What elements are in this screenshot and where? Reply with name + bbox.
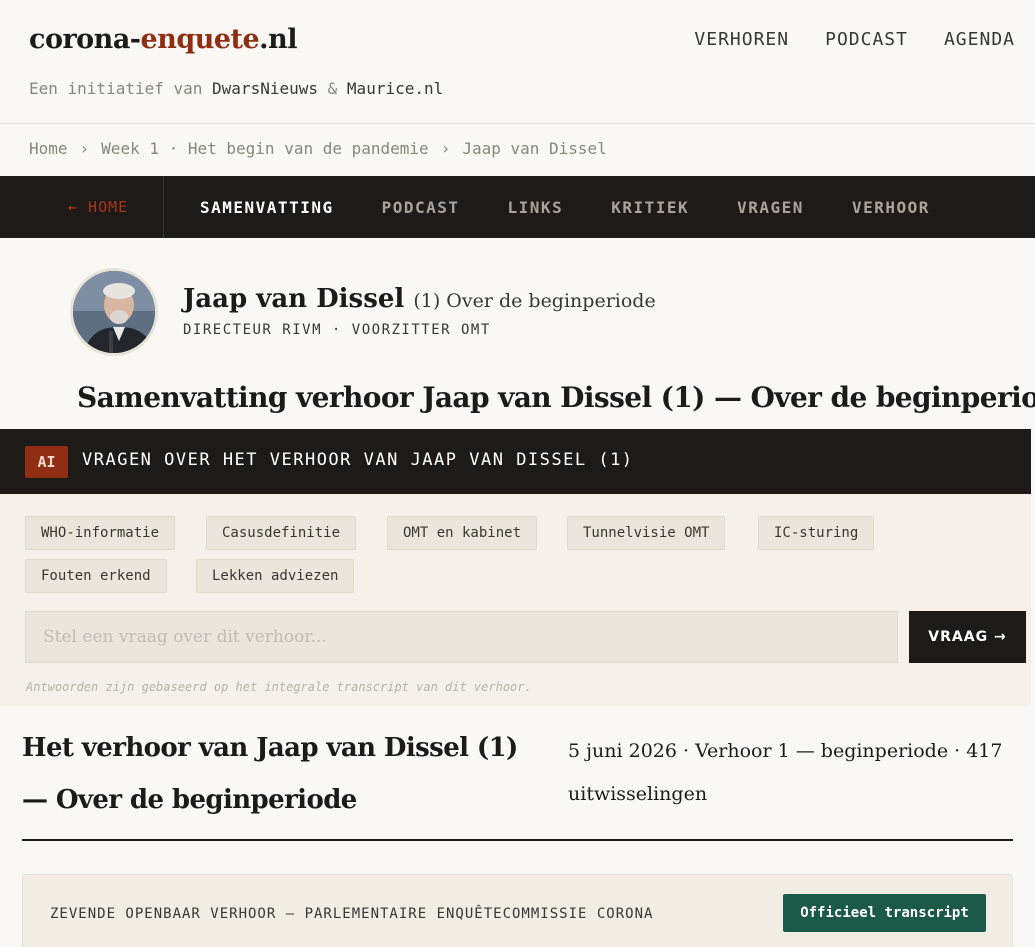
transcript-box: ZEVENDE OPENBAAR VERHOOR — PARLEMENTAIRE… <box>22 874 1013 947</box>
tab-verhoor[interactable]: VERHOOR <box>852 198 930 217</box>
tab-samenvatting[interactable]: SAMENVATTING <box>200 198 334 217</box>
nav-podcast[interactable]: PODCAST <box>825 29 908 50</box>
person-role: DIRECTEUR RIVM · VOORZITTER OMT <box>183 322 491 338</box>
section-nav: ← HOME SAMENVATTING PODCAST LINKS KRITIE… <box>0 176 1035 238</box>
nav-agenda[interactable]: AGENDA <box>944 29 1015 50</box>
suggestion-chip[interactable]: Casusdefinitie <box>206 516 357 550</box>
suggestion-chip[interactable]: OMT en kabinet <box>387 516 538 550</box>
transcript-box-label: ZEVENDE OPENBAAR VERHOOR — PARLEMENTAIRE… <box>50 906 654 922</box>
breadcrumb-home[interactable]: Home <box>29 139 68 158</box>
site-tagline: Een initiatief van DwarsNieuws & Maurice… <box>29 79 444 98</box>
question-input[interactable] <box>25 611 898 663</box>
ai-badge: AI <box>25 446 68 478</box>
avatar <box>70 268 158 356</box>
nav-verhoren[interactable]: VERHOREN <box>694 29 789 50</box>
tab-kritiek[interactable]: KRITIEK <box>611 198 689 217</box>
suggestion-chip[interactable]: Lekken adviezen <box>196 559 355 593</box>
link-dwarsnieuws[interactable]: DwarsNieuws <box>212 79 318 98</box>
section-tabs: SAMENVATTING PODCAST LINKS KRITIEK VRAGE… <box>200 176 930 238</box>
link-maurice[interactable]: Maurice.nl <box>347 79 443 98</box>
header-divider <box>0 123 1035 124</box>
person-name: Jaap van Dissel (1) Over de beginperiode <box>183 284 656 314</box>
tab-links[interactable]: LINKS <box>508 198 564 217</box>
page-title: Samenvatting verhoor Jaap van Dissel (1)… <box>77 381 1035 414</box>
breadcrumb-separator: › <box>79 139 90 158</box>
site-logo[interactable]: corona-enquete.nl <box>29 24 297 55</box>
suggestion-chip[interactable]: IC-sturing <box>758 516 875 550</box>
verhoor-meta: 5 juni 2026 · Verhoor 1 — beginperiode ·… <box>568 740 1003 805</box>
ai-panel-header: AI VRAGEN OVER HET VERHOOR VAN JAAP VAN … <box>0 429 1031 494</box>
site-header: corona-enquete.nl Een initiatief van Dwa… <box>0 0 1035 124</box>
top-nav: VERHOREN PODCAST AGENDA <box>694 29 1015 50</box>
suggestion-chip[interactable]: Fouten erkend <box>25 559 167 593</box>
breadcrumb-current: Jaap van Dissel <box>462 139 607 158</box>
ai-panel-body: WHO-informatie Casusdefinitie OMT en kab… <box>0 494 1031 706</box>
ai-panel-title: VRAGEN OVER HET VERHOOR VAN JAAP VAN DIS… <box>82 450 634 470</box>
ask-button[interactable]: VRAAG → <box>909 611 1026 663</box>
section-rule <box>22 839 1013 841</box>
official-transcript-button[interactable]: Officieel transcript <box>783 894 986 932</box>
session-subtitle: (1) Over de beginperiode <box>413 290 656 312</box>
breadcrumb-separator: › <box>440 139 451 158</box>
verhoor-title: Het verhoor van Jaap van Dissel (1) — Ov… <box>22 733 518 815</box>
person-photo-icon <box>73 271 155 353</box>
back-home-link[interactable]: ← HOME <box>68 176 164 238</box>
tab-podcast[interactable]: PODCAST <box>382 198 460 217</box>
breadcrumb: Home › Week 1 · Het begin van de pandemi… <box>29 139 607 158</box>
breadcrumb-week[interactable]: Week 1 · Het begin van de pandemie <box>101 139 429 158</box>
ai-disclaimer: Antwoorden zijn gebaseerd op het integra… <box>26 680 532 694</box>
tab-vragen[interactable]: VRAGEN <box>737 198 804 217</box>
suggestion-chip[interactable]: WHO-informatie <box>25 516 176 550</box>
suggestion-chip[interactable]: Tunnelvisie OMT <box>567 516 726 550</box>
